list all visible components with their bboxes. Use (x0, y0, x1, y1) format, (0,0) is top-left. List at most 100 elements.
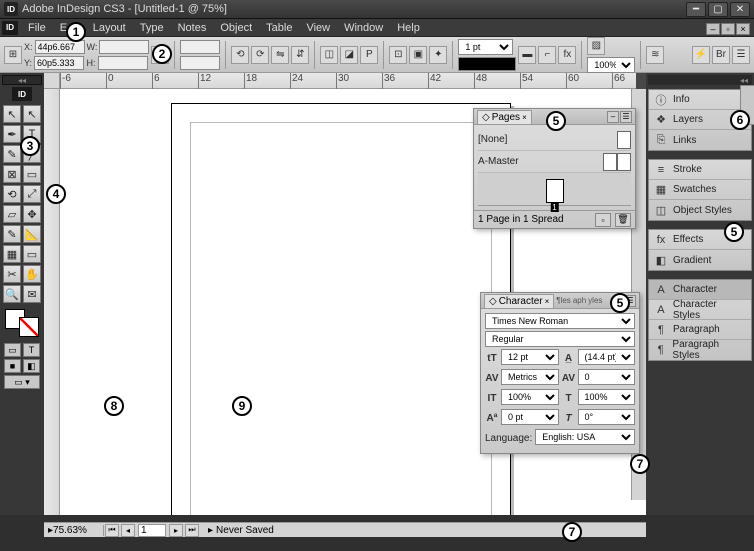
pen-tool[interactable]: ✒ (3, 125, 21, 143)
panel-menu-button[interactable]: ☰ (624, 295, 636, 307)
panel-menu-icon[interactable]: ☰ (732, 46, 750, 64)
text-wrap-icon[interactable]: ≋ (646, 46, 664, 64)
center-content-button[interactable]: ✦ (429, 46, 447, 64)
menu-window[interactable]: Window (337, 20, 390, 36)
menu-table[interactable]: Table (259, 20, 299, 36)
w-field[interactable] (99, 40, 149, 54)
eyedropper-tool[interactable]: ✎ (3, 225, 21, 243)
character-tab[interactable]: ◇ Character × (484, 294, 554, 308)
select-content-button[interactable]: ◪ (340, 46, 358, 64)
formatting-container-button[interactable]: ▭ (4, 343, 21, 357)
baseline-select[interactable]: 0 pt (501, 409, 559, 425)
selection-tool[interactable]: ↖ (3, 105, 21, 123)
constrain-proportions-icon[interactable]: ⛓ (151, 46, 169, 64)
scale-tool[interactable]: ⤢ (23, 185, 41, 203)
rotate-cw-button[interactable]: ⟳ (251, 46, 269, 64)
stroke-swatch[interactable] (19, 317, 39, 337)
close-icon[interactable]: × (545, 297, 550, 306)
delete-page-button[interactable]: 🗑 (615, 213, 631, 227)
note-tool[interactable]: ✉ (23, 285, 41, 303)
button-tool[interactable]: ▭ (23, 245, 41, 263)
font-style-select[interactable]: Regular (485, 331, 635, 347)
stroke-align-icon[interactable]: ▬ (518, 46, 536, 64)
dock-collapse-tab[interactable] (740, 85, 754, 125)
last-page-button[interactable]: ⏭ (185, 524, 199, 537)
fill-frame-button[interactable]: ▣ (409, 46, 427, 64)
dock-item-effects[interactable]: fxEffects (649, 230, 751, 250)
master-none-row[interactable]: [None] (478, 129, 631, 151)
tracking-select[interactable]: 0 (578, 369, 636, 385)
scale-y-field[interactable] (180, 56, 220, 70)
close-button[interactable]: ✕ (730, 2, 750, 17)
dock-item-character[interactable]: ACharacter (649, 280, 751, 300)
fill-stroke-proxy[interactable] (3, 307, 41, 339)
menu-object[interactable]: Object (213, 20, 259, 36)
pages-panel[interactable]: ◇ Pages × – ☰ [None] A-Master 1 Page in … (473, 108, 636, 229)
close-icon[interactable]: × (522, 113, 527, 122)
dock-item-object-styles[interactable]: ◫Object Styles (649, 200, 751, 220)
bridge-icon[interactable]: Br (712, 46, 730, 64)
zoom-field[interactable]: ▸ 75.63% (44, 525, 104, 536)
rotate-tool[interactable]: ⟲ (3, 185, 21, 203)
dock-item-info[interactable]: ⓘInfo (649, 90, 751, 110)
font-size-select[interactable]: 12 pt (501, 349, 559, 365)
view-mode-button[interactable]: ▭ ▾ (4, 375, 40, 389)
formatting-text-button[interactable]: T (23, 343, 40, 357)
menu-edit[interactable]: Edit (53, 20, 86, 36)
rotate-ccw-button[interactable]: ⟲ (231, 46, 249, 64)
dock-item-paragraph-styles[interactable]: ¶Paragraph Styles (649, 340, 751, 360)
dock-item-stroke[interactable]: ≡Stroke (649, 160, 751, 180)
font-family-select[interactable]: Times New Roman (485, 313, 635, 329)
reference-point-proxy[interactable]: ⊞ (4, 46, 22, 64)
menu-notes[interactable]: Notes (171, 20, 214, 36)
scale-x-field[interactable] (180, 40, 220, 54)
prev-page-button[interactable]: ◂ (121, 524, 135, 537)
stroke-weight-select[interactable]: 1 pt (458, 39, 513, 55)
page-number-field[interactable] (138, 524, 166, 537)
menu-help[interactable]: Help (390, 20, 427, 36)
apply-color-button[interactable]: ■ (4, 359, 21, 373)
flip-horizontal-button[interactable]: ⇋ (271, 46, 289, 64)
corner-options-icon[interactable]: ⌐ (538, 46, 556, 64)
spread-area[interactable] (478, 173, 631, 206)
menu-layout[interactable]: Layout (86, 20, 133, 36)
new-page-button[interactable]: ▫ (595, 213, 611, 227)
minimize-panel-button[interactable]: – (607, 111, 619, 123)
character-panel[interactable]: ◇ Character × ¶les aph yles ☰ Times New … (480, 292, 640, 454)
fit-content-button[interactable]: ⊡ (389, 46, 407, 64)
hand-tool[interactable]: ✋ (23, 265, 41, 283)
doc-restore-button[interactable]: ▫ (721, 23, 735, 35)
type-tool[interactable]: T (23, 125, 41, 143)
doc-close-button[interactable]: × (736, 23, 750, 35)
measure-tool[interactable]: 📐 (23, 225, 41, 243)
direct-selection-tool[interactable]: ↖ (23, 105, 41, 123)
character-panel-header[interactable]: ◇ Character × ¶les aph yles ☰ (481, 293, 639, 309)
dock-item-paragraph[interactable]: ¶Paragraph (649, 320, 751, 340)
quick-apply-icon[interactable]: ⚡ (692, 46, 710, 64)
vscale-select[interactable]: 100% (501, 389, 559, 405)
rectangle-frame-tool[interactable]: ⊠ (3, 165, 21, 183)
flip-vertical-button[interactable]: ⇵ (291, 46, 309, 64)
tools-panel-handle[interactable]: ◂◂ (2, 75, 42, 85)
dock-item-swatches[interactable]: ▦Swatches (649, 180, 751, 200)
master-a-row[interactable]: A-Master (478, 151, 631, 173)
x-field[interactable] (35, 40, 85, 54)
pages-panel-header[interactable]: ◇ Pages × – ☰ (474, 109, 635, 125)
pages-tab[interactable]: ◇ Pages × (477, 110, 532, 124)
h-field[interactable] (98, 56, 148, 70)
page[interactable] (171, 103, 511, 515)
dock-item-layers[interactable]: ❖Layers (649, 110, 751, 130)
doc-minimize-button[interactable]: – (706, 23, 720, 35)
dock-item-links[interactable]: ⎘Links (649, 130, 751, 150)
kerning-select[interactable]: Metrics (501, 369, 559, 385)
menu-type[interactable]: Type (133, 20, 171, 36)
app-menu-icon[interactable]: ID (2, 21, 18, 35)
panel-menu-button[interactable]: ☰ (620, 111, 632, 123)
vertical-ruler[interactable] (44, 89, 60, 515)
effects-icon[interactable]: fx (558, 46, 576, 64)
hscale-select[interactable]: 100% (578, 389, 636, 405)
minimize-button[interactable]: ━ (686, 2, 706, 17)
skew-select[interactable]: 0° (578, 409, 636, 425)
line-tool[interactable]: ╱ (23, 145, 41, 163)
maximize-button[interactable]: ▢ (708, 2, 728, 17)
